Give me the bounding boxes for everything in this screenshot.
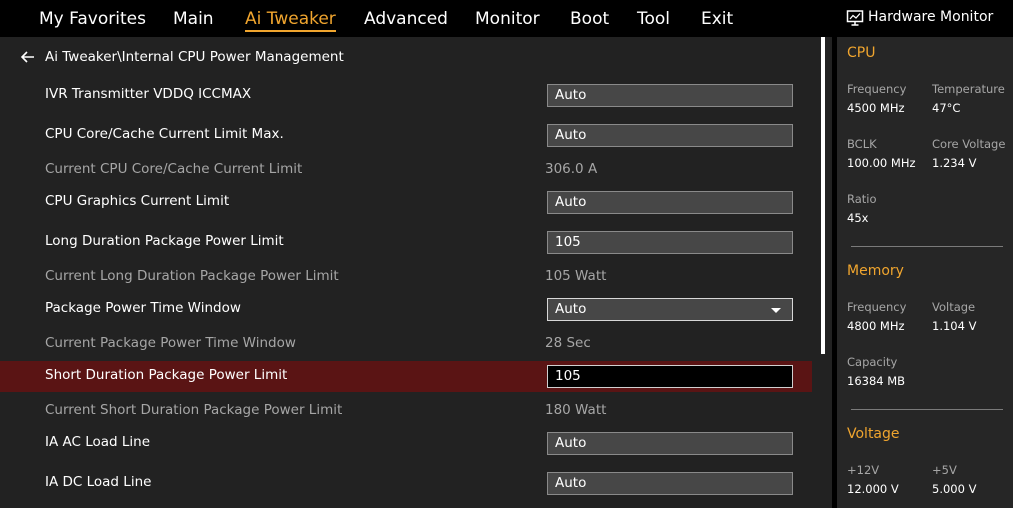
- menu-bar: My Favorites Main Ai Tweaker Advanced Mo…: [0, 0, 837, 37]
- setting-row: IA DC Load Line Auto: [0, 472, 812, 495]
- hardware-monitor-header: Hardware Monitor: [837, 0, 1013, 37]
- menu-tab-monitor[interactable]: Monitor: [475, 8, 540, 32]
- ratio-value: 45x: [847, 211, 869, 225]
- menu-tab-ai-tweaker[interactable]: Ai Tweaker: [245, 8, 336, 32]
- capacity-value: 16384 MB: [847, 374, 906, 388]
- scrollbar[interactable]: [821, 37, 825, 354]
- cpu-graphics-current-limit-field[interactable]: Auto: [547, 191, 793, 214]
- memory-voltage-value: 1.104 V: [932, 319, 977, 333]
- core-voltage-label: Core Voltage: [932, 137, 1006, 151]
- plus-5v-value: 5.000 V: [932, 482, 977, 496]
- cpu-frequency-value: 4500 MHz: [847, 101, 905, 115]
- info-label: Current Package Power Time Window: [45, 335, 296, 351]
- info-label: Current Short Duration Package Power Lim…: [45, 402, 343, 418]
- core-voltage-value: 1.234 V: [932, 156, 977, 170]
- info-row: Current CPU Core/Cache Current Limit 306…: [0, 160, 812, 180]
- setting-row: CPU Core/Cache Current Limit Max. Auto: [0, 124, 812, 147]
- menu-tab-main[interactable]: Main: [173, 8, 214, 32]
- setting-label: CPU Graphics Current Limit: [45, 193, 230, 209]
- ratio-label: Ratio: [847, 192, 877, 206]
- setting-label: Long Duration Package Power Limit: [45, 233, 284, 249]
- menu-tab-tool[interactable]: Tool: [637, 8, 670, 32]
- info-label: Current Long Duration Package Power Limi…: [45, 268, 339, 284]
- dropdown-value: Auto: [555, 301, 587, 317]
- breadcrumb-path: Ai Tweaker\Internal CPU Power Management: [45, 49, 344, 65]
- setting-row-selected: Short Duration Package Power Limit 105: [0, 361, 812, 392]
- monitor-icon: [846, 10, 864, 26]
- arrow-left-icon[interactable]: [18, 47, 38, 67]
- ivr-transmitter-vddq-iccmax-field[interactable]: Auto: [547, 84, 793, 107]
- voltage-section-title: Voltage: [847, 426, 900, 442]
- section-divider: [851, 409, 1003, 410]
- ia-dc-load-line-field[interactable]: Auto: [547, 472, 793, 495]
- memory-frequency-label: Frequency: [847, 300, 907, 314]
- info-label: Current CPU Core/Cache Current Limit: [45, 161, 303, 177]
- cpu-section-title: CPU: [847, 45, 876, 61]
- bclk-label: BCLK: [847, 137, 877, 151]
- setting-label: IA AC Load Line: [45, 434, 151, 450]
- info-value: 28 Sec: [545, 335, 591, 351]
- cpu-frequency-label: Frequency: [847, 82, 907, 96]
- memory-frequency-value: 4800 MHz: [847, 319, 905, 333]
- memory-section-title: Memory: [847, 263, 904, 279]
- info-value: 306.0 A: [545, 161, 598, 177]
- setting-label: IA DC Load Line: [45, 474, 152, 490]
- setting-label: IVR Transmitter VDDQ ICCMAX: [45, 86, 252, 102]
- package-power-time-window-dropdown[interactable]: Auto: [547, 298, 793, 321]
- ia-ac-load-line-field[interactable]: Auto: [547, 432, 793, 455]
- cpu-temperature-label: Temperature: [932, 82, 1005, 96]
- memory-voltage-label: Voltage: [932, 300, 976, 314]
- setting-row: Long Duration Package Power Limit 105: [0, 231, 812, 254]
- info-row: Current Long Duration Package Power Limi…: [0, 267, 812, 287]
- menu-tab-my-favorites[interactable]: My Favorites: [39, 8, 146, 32]
- setting-row: Package Power Time Window Auto: [0, 298, 812, 321]
- short-duration-package-power-limit-field[interactable]: 105: [547, 365, 793, 388]
- settings-panel: Ai Tweaker\Internal CPU Power Management…: [0, 37, 832, 508]
- setting-row: IA AC Load Line Auto: [0, 432, 812, 455]
- info-value: 105 Watt: [545, 268, 607, 284]
- cpu-core-cache-current-limit-max-field[interactable]: Auto: [547, 124, 793, 147]
- section-divider: [851, 246, 1003, 247]
- capacity-label: Capacity: [847, 355, 898, 369]
- hardware-monitor-title: Hardware Monitor: [868, 9, 994, 25]
- setting-label: Package Power Time Window: [45, 300, 241, 316]
- info-value: 180 Watt: [545, 402, 607, 418]
- breadcrumb: Ai Tweaker\Internal CPU Power Management: [18, 47, 344, 67]
- plus-5v-label: +5V: [932, 463, 957, 477]
- info-row: Current Package Power Time Window 28 Sec: [0, 334, 812, 354]
- bclk-value: 100.00 MHz: [847, 156, 916, 170]
- menu-tab-boot[interactable]: Boot: [570, 8, 609, 32]
- setting-row: IVR Transmitter VDDQ ICCMAX Auto: [0, 84, 812, 107]
- setting-label: CPU Core/Cache Current Limit Max.: [45, 126, 284, 142]
- info-row: Current Short Duration Package Power Lim…: [0, 401, 812, 421]
- long-duration-package-power-limit-field[interactable]: 105: [547, 231, 793, 254]
- plus-12v-label: +12V: [847, 463, 880, 477]
- chevron-down-icon: [771, 308, 781, 313]
- cpu-temperature-value: 47°C: [932, 101, 961, 115]
- setting-row: CPU Graphics Current Limit Auto: [0, 191, 812, 214]
- setting-label: Short Duration Package Power Limit: [45, 367, 288, 383]
- menu-tab-exit[interactable]: Exit: [701, 8, 733, 32]
- plus-12v-value: 12.000 V: [847, 482, 899, 496]
- hardware-monitor-panel: Hardware Monitor CPU Frequency Temperatu…: [837, 0, 1013, 508]
- menu-tab-advanced[interactable]: Advanced: [364, 8, 448, 32]
